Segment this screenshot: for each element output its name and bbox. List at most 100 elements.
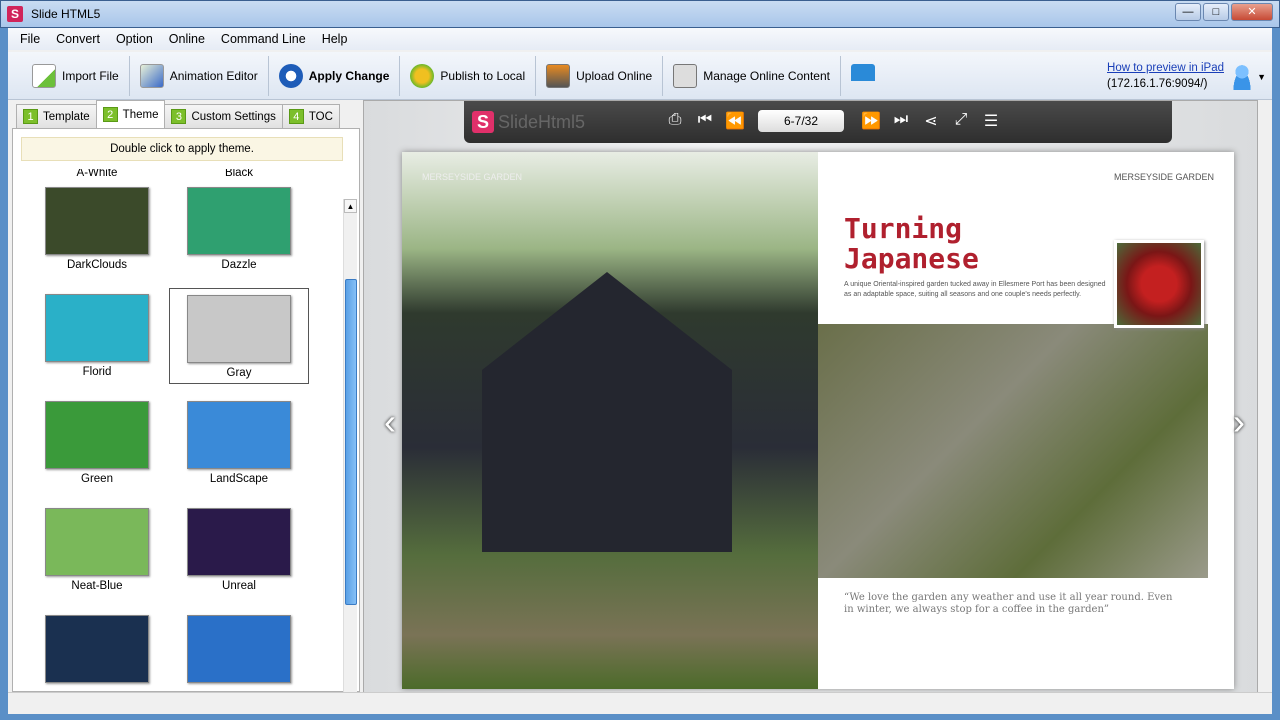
- theme-grid: A-White Black DarkClouds Dazzle Florid Gray Gr…: [21, 169, 321, 687]
- animation-editor-label: Animation Editor: [169, 68, 258, 83]
- theme-item[interactable]: [27, 609, 167, 687]
- tab-label: Theme: [122, 108, 159, 121]
- theme-item[interactable]: Neat-Blue: [27, 502, 167, 598]
- theme-label: Green: [81, 473, 113, 485]
- theme-thumbnail: [45, 508, 149, 576]
- window-title: Slide HTML5: [31, 7, 101, 21]
- publish-to-local-button[interactable]: Publish to Local: [400, 55, 537, 96]
- toolbar: Import File Animation Editor Apply Chang…: [8, 52, 1272, 100]
- previous-arrow-icon[interactable]: ‹: [384, 401, 396, 443]
- theme-item[interactable]: Gray: [169, 288, 309, 384]
- theme-thumbnail: [187, 615, 291, 683]
- theme-item[interactable]: Unreal: [169, 502, 309, 598]
- theme-thumbnail: [45, 615, 149, 683]
- menu-help[interactable]: Help: [314, 32, 356, 46]
- theme-label: LandScape: [209, 473, 269, 485]
- import-file-label: Import File: [62, 68, 119, 83]
- article-quote: “We love the garden any weather and use …: [844, 592, 1173, 615]
- theme-thumbnail: [45, 401, 149, 469]
- manage-online-content-button[interactable]: Manage Online Content: [663, 55, 841, 96]
- theme-thumbnail: [45, 187, 149, 255]
- close-button[interactable]: ✕: [1231, 3, 1273, 21]
- import-file-icon: [32, 63, 56, 88]
- player-logo-text: SlideHtml5: [498, 111, 586, 132]
- publish-label: Publish to Local: [440, 68, 526, 83]
- tab-label: Template: [43, 110, 90, 123]
- title-bar: S Slide HTML5 — □ ✕: [0, 0, 1280, 28]
- first-page-icon[interactable]: ⏮: [694, 111, 716, 129]
- theme-item[interactable]: LandScape: [169, 395, 309, 491]
- menu-online[interactable]: Online: [161, 32, 213, 46]
- apply-change-button[interactable]: Apply Change: [269, 55, 401, 96]
- print-icon[interactable]: ⎙: [664, 111, 686, 129]
- left-page-header: MERSEYSIDE GARDEN: [422, 172, 523, 182]
- theme-item[interactable]: Florid: [27, 288, 167, 384]
- theme-label: Dazzle: [221, 259, 257, 271]
- theme-label: Black: [224, 169, 254, 179]
- menu-bar: File Convert Option Online Command Line …: [8, 28, 1272, 50]
- preview-area: S SlideHtml5 ⎙ ⏮ ⏪ 6-7/32 ⏩ ⏭ ⋖ ⤢ ☰ MERSE…: [363, 100, 1258, 694]
- theme-item[interactable]: [169, 609, 309, 687]
- tab-toc[interactable]: 4 TOC: [281, 104, 340, 128]
- tab-custom-settings[interactable]: 3 Custom Settings: [164, 104, 283, 128]
- how-to-preview-ipad-link[interactable]: How to preview in iPad: [1107, 62, 1224, 74]
- theme-thumbnail: [45, 294, 149, 362]
- left-page[interactable]: MERSEYSIDE GARDEN: [402, 152, 818, 689]
- menu-command-line[interactable]: Command Line: [213, 32, 314, 46]
- tab-label: TOC: [308, 110, 333, 123]
- fullscreen-icon[interactable]: ⤢: [950, 111, 972, 129]
- menu-option[interactable]: Option: [108, 32, 161, 46]
- theme-label: Florid: [82, 366, 112, 378]
- patio-photo: [818, 324, 1208, 578]
- upload-label: Upload Online: [576, 68, 653, 83]
- chevron-down-icon[interactable]: ▼: [1257, 72, 1266, 82]
- menu-file[interactable]: File: [12, 32, 48, 46]
- tab-number: 3: [171, 109, 187, 124]
- maple-leaf-photo: [1114, 240, 1204, 328]
- status-bar: [8, 692, 1272, 714]
- right-page-header: MERSEYSIDE GARDEN: [1113, 172, 1214, 182]
- theme-item[interactable]: DarkClouds: [27, 181, 167, 277]
- import-file-button[interactable]: Import File: [22, 55, 130, 96]
- theme-item[interactable]: Dazzle: [169, 181, 309, 277]
- manage-label: Manage Online Content: [703, 68, 830, 83]
- previous-page-icon[interactable]: ⏪: [724, 111, 746, 131]
- maximize-button[interactable]: □: [1203, 3, 1229, 21]
- user-icon[interactable]: [1230, 64, 1254, 90]
- page-number-input[interactable]: 6-7/32: [758, 110, 844, 132]
- player-toolbar: S SlideHtml5 ⎙ ⏮ ⏪ 6-7/32 ⏩ ⏭ ⋖ ⤢ ☰: [464, 101, 1172, 143]
- next-arrow-icon[interactable]: ›: [1233, 401, 1245, 443]
- tab-number: 4: [288, 109, 304, 124]
- minimize-button[interactable]: —: [1175, 3, 1201, 21]
- theme-thumbnail: [187, 508, 291, 576]
- theme-label: Neat-Blue: [71, 580, 123, 592]
- toc-list-icon[interactable]: ☰: [980, 111, 1002, 131]
- animation-editor-button[interactable]: Animation Editor: [130, 55, 269, 96]
- settings-panel: 1 Template 2 Theme 3 Custom Settings 4 TOC D…: [12, 100, 360, 713]
- right-page[interactable]: MERSEYSIDE GARDEN Turning Japanese A uniq…: [818, 152, 1234, 689]
- tab-bar: 1 Template 2 Theme 3 Custom Settings 4 TOC: [12, 100, 360, 128]
- last-page-icon[interactable]: ⏭: [890, 111, 912, 129]
- scroll-up-icon[interactable]: ▲: [344, 199, 357, 213]
- upload-online-button[interactable]: Upload Online: [536, 55, 664, 96]
- cart-icon: [850, 63, 875, 88]
- menu-convert[interactable]: Convert: [48, 32, 108, 46]
- article-title: Turning Japanese: [844, 212, 979, 275]
- preview-address: (172.16.1.76:9094/): [1107, 78, 1208, 90]
- shop-button[interactable]: [841, 56, 885, 96]
- animation-editor-icon: [139, 63, 164, 88]
- flipbook[interactable]: MERSEYSIDE GARDEN MERSEYSIDE GARDEN Turn…: [402, 152, 1234, 689]
- tab-number: 2: [102, 107, 118, 122]
- next-page-icon[interactable]: ⏩: [860, 111, 882, 131]
- tab-template[interactable]: 1 Template: [16, 104, 97, 128]
- hint-text: Double click to apply theme.: [21, 137, 343, 161]
- gears-icon: [410, 63, 435, 88]
- share-icon[interactable]: ⋖: [920, 111, 942, 131]
- theme-item[interactable]: Green: [27, 395, 167, 491]
- scroll-thumb[interactable]: [345, 279, 357, 605]
- tab-theme[interactable]: 2 Theme: [95, 100, 166, 128]
- theme-thumbnail: [187, 187, 291, 255]
- app-logo-icon: S: [7, 6, 23, 22]
- refresh-icon: [278, 63, 303, 88]
- scrollbar[interactable]: ▲ ▼: [343, 199, 357, 713]
